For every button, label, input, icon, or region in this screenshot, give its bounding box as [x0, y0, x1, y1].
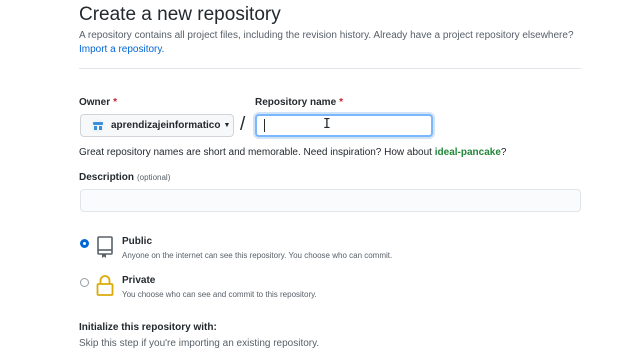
public-title: Public	[122, 236, 153, 247]
owner-selected-value: aprendizajeinformatico	[111, 120, 221, 131]
owner-repo-separator: /	[240, 114, 246, 135]
owner-label-text: Owner	[79, 97, 111, 108]
owner-label: Owner *	[79, 97, 117, 108]
public-radio[interactable]	[80, 239, 89, 248]
description-label: Description (optional)	[79, 172, 170, 183]
repo-icon	[97, 236, 113, 258]
text-cursor	[264, 119, 265, 132]
private-description: You choose who can see and commit to thi…	[122, 290, 317, 299]
public-description: Anyone on the internet can see this repo…	[122, 251, 393, 260]
repo-name-label-text: Repository name	[255, 97, 337, 108]
owner-required-mark: *	[113, 97, 118, 108]
page-title: Create a new repository	[79, 4, 281, 25]
repo-name-required-mark: *	[339, 97, 344, 108]
import-repository-link[interactable]: Import a repository.	[79, 44, 164, 55]
repo-name-label: Repository name *	[255, 97, 343, 108]
private-title: Private	[122, 275, 156, 286]
lock-icon	[96, 275, 114, 296]
name-suggestion[interactable]: ideal-pancake	[435, 147, 501, 158]
optional-tag: (optional)	[137, 173, 171, 182]
chevron-down-icon: ▼	[223, 122, 231, 129]
divider	[79, 68, 581, 69]
ibeam-cursor-icon: I	[323, 117, 331, 132]
description-label-text: Description	[79, 172, 135, 183]
initialize-title: Initialize this repository with:	[79, 322, 217, 333]
description-input[interactable]	[80, 189, 581, 212]
repo-name-input[interactable]	[255, 114, 433, 137]
owner-avatar-icon	[91, 118, 105, 133]
hint-text: Great repository names are short and mem…	[79, 147, 435, 158]
page-subtitle: A repository contains all project files,…	[79, 30, 574, 41]
repo-name-hint: Great repository names are short and mem…	[79, 147, 506, 158]
owner-dropdown[interactable]: aprendizajeinformatico ▼	[80, 114, 234, 137]
initialize-description: Skip this step if you're importing an ex…	[79, 338, 320, 349]
hint-end: ?	[500, 147, 507, 158]
private-radio[interactable]	[80, 278, 89, 287]
